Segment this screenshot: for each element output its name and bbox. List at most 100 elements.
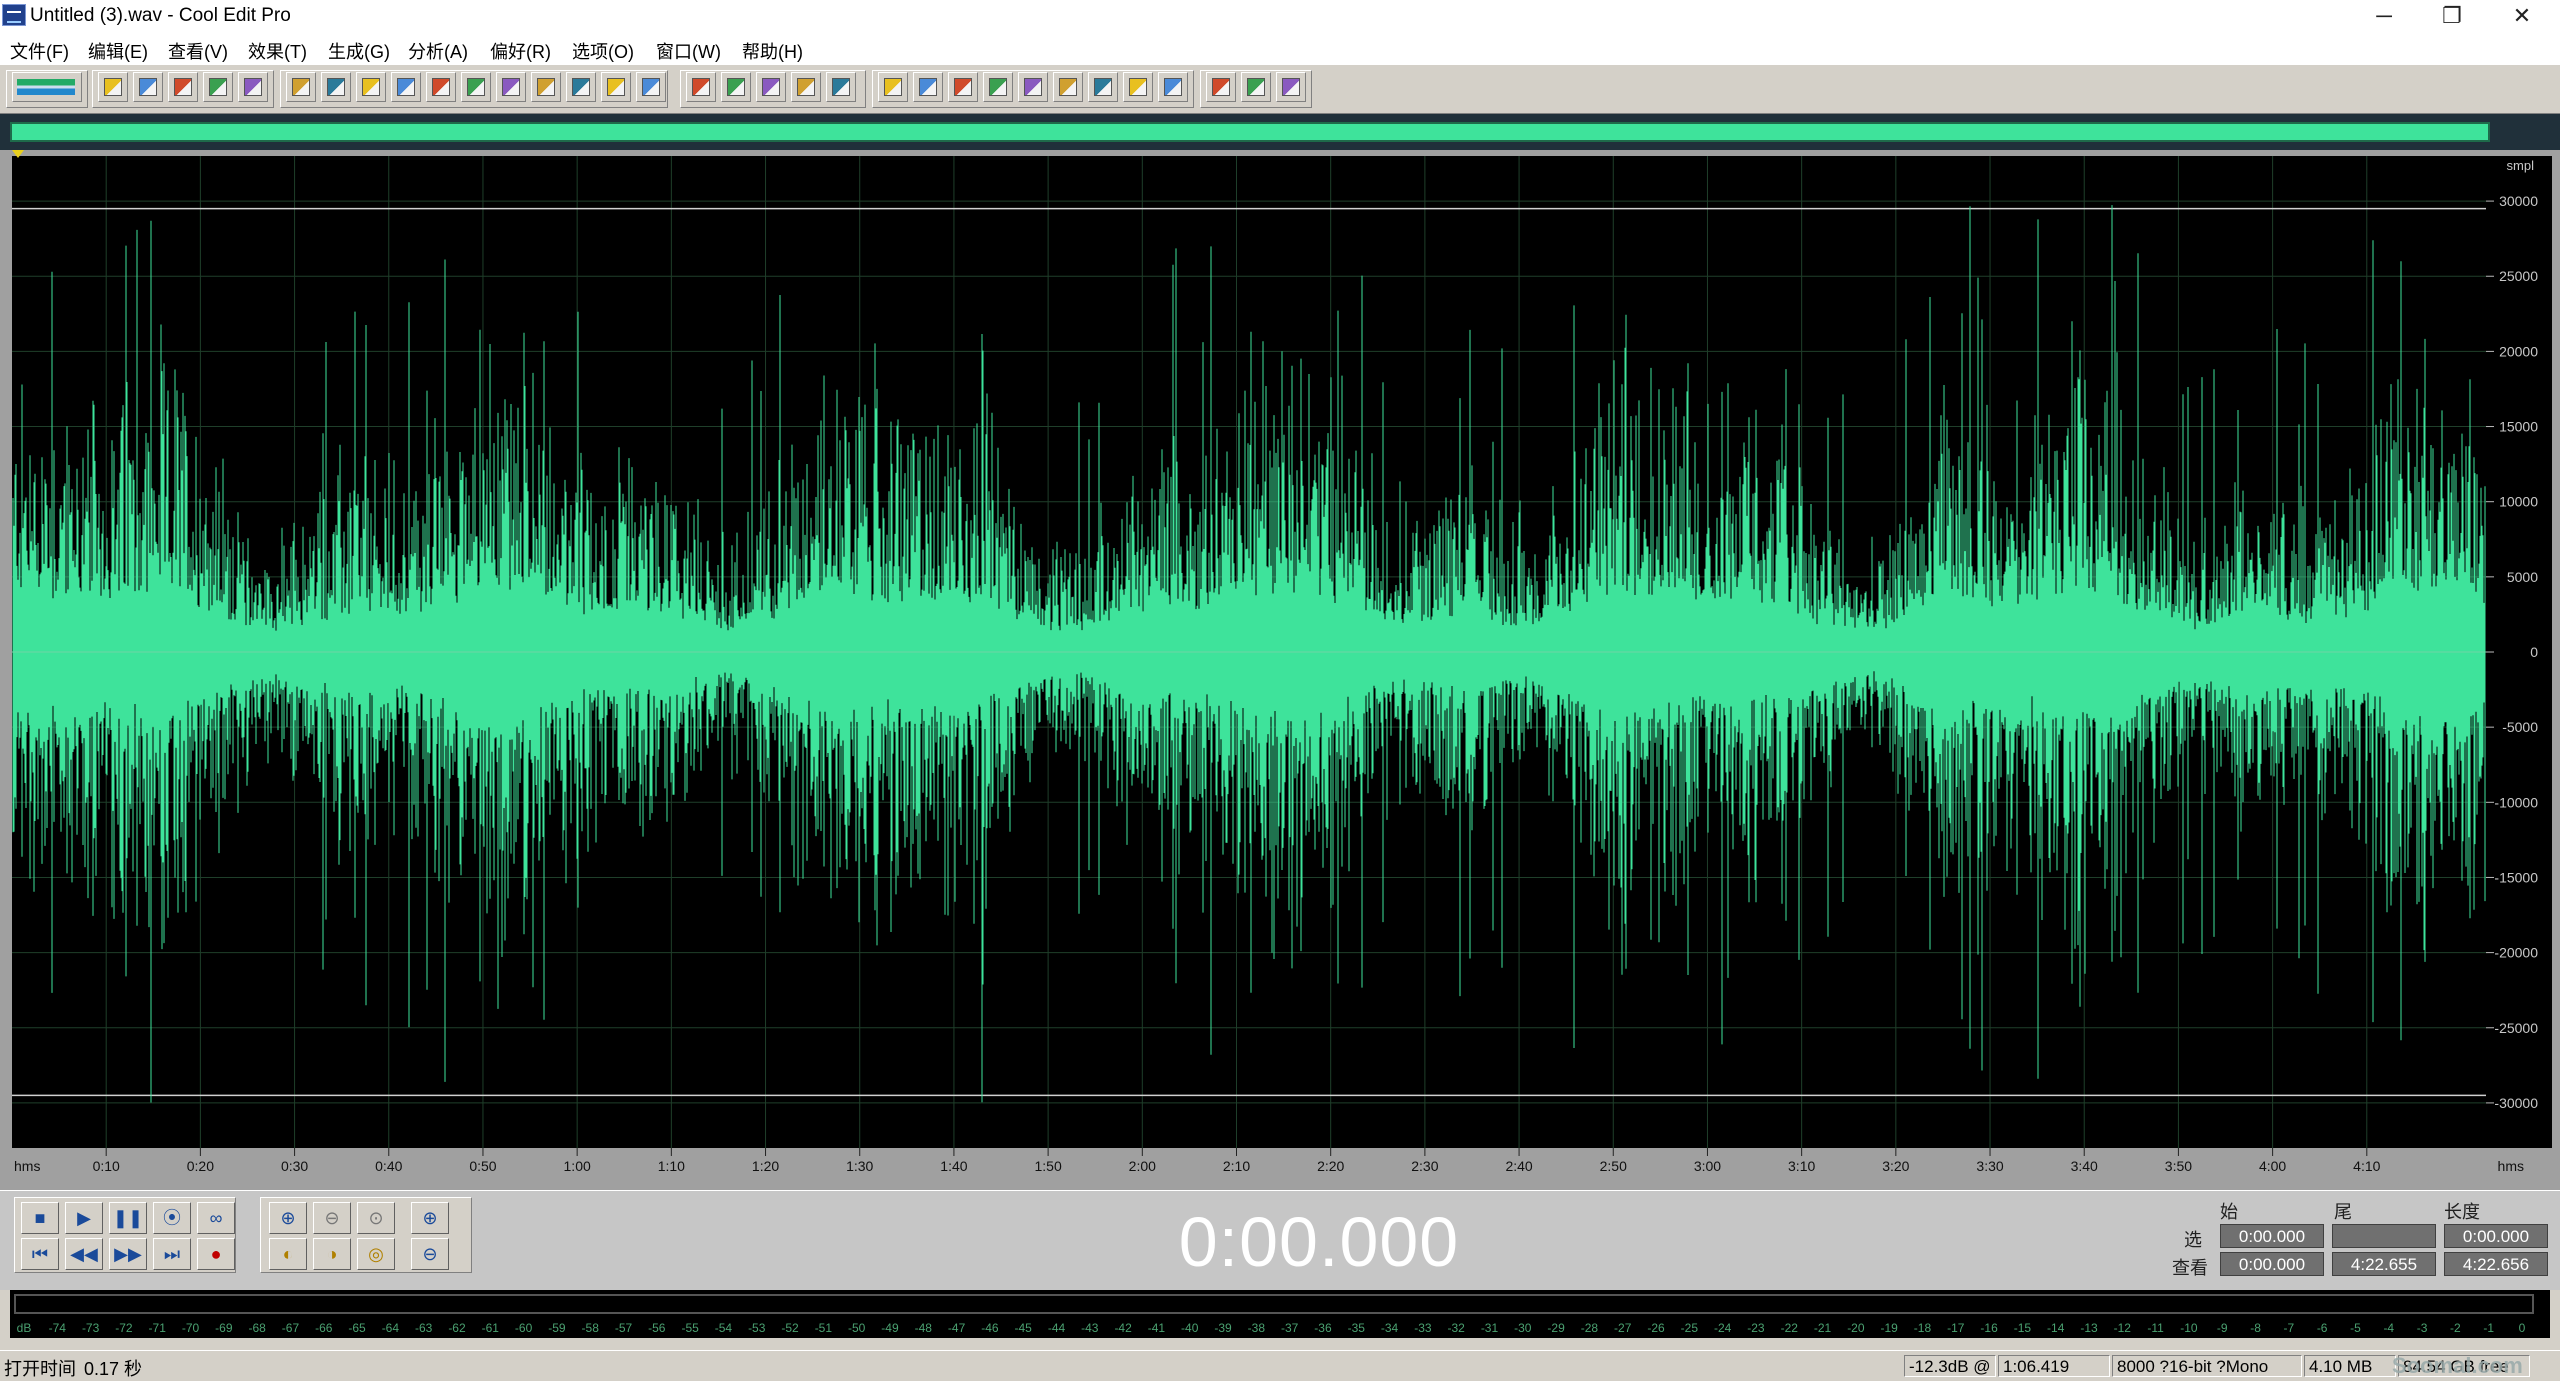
cut-button[interactable] bbox=[461, 72, 491, 102]
zoom-in-icon[interactable]: ⊕ bbox=[269, 1202, 307, 1234]
close-file-button[interactable] bbox=[238, 72, 268, 102]
meter-tick-label: -40 bbox=[1181, 1321, 1199, 1335]
options-button[interactable] bbox=[1241, 72, 1271, 102]
close-icon[interactable]: ✕ bbox=[2488, 0, 2556, 32]
menu-analyze[interactable]: 分析(A) bbox=[408, 38, 468, 64]
loop-button[interactable]: ∞ bbox=[197, 1202, 235, 1234]
undo-button[interactable] bbox=[286, 72, 316, 102]
stop-button[interactable]: ■ bbox=[21, 1202, 59, 1234]
waveform-edit-view-button[interactable] bbox=[12, 72, 82, 102]
envelope-button[interactable] bbox=[721, 72, 751, 102]
open-file-icon bbox=[139, 78, 157, 96]
menu-generate[interactable]: 生成(G) bbox=[328, 38, 390, 64]
meter-tick-label: -53 bbox=[748, 1321, 766, 1335]
meter-tick-label: -45 bbox=[1015, 1321, 1033, 1335]
copy-new-button[interactable] bbox=[391, 72, 421, 102]
y-tick-label: -10000 bbox=[2494, 794, 2538, 810]
open-file-button[interactable] bbox=[133, 72, 163, 102]
redo-button[interactable] bbox=[321, 72, 351, 102]
scripts-button[interactable] bbox=[1206, 72, 1236, 102]
frequency-analysis-button[interactable] bbox=[1088, 72, 1118, 102]
waveform-overview-bar[interactable] bbox=[10, 122, 2490, 142]
meter-tick-label: -36 bbox=[1314, 1321, 1332, 1335]
zoom-selection-icon[interactable]: ◎ bbox=[357, 1238, 395, 1270]
record-button[interactable]: ● bbox=[197, 1238, 235, 1270]
fade-button[interactable] bbox=[826, 72, 856, 102]
zoom-out-vertical-icon[interactable]: ⊖ bbox=[411, 1238, 449, 1270]
find-button[interactable] bbox=[1018, 72, 1048, 102]
normalize-button[interactable] bbox=[791, 72, 821, 102]
trim-button[interactable] bbox=[601, 72, 631, 102]
help-icon bbox=[1282, 78, 1300, 96]
copy-button[interactable] bbox=[426, 72, 456, 102]
meter-tick-label: -48 bbox=[915, 1321, 933, 1335]
zoom-to-right-icon[interactable]: ◑ bbox=[313, 1238, 351, 1270]
menu-favorites[interactable]: 偏好(R) bbox=[490, 38, 551, 64]
meter-tick-label: -71 bbox=[149, 1321, 167, 1335]
pause-button[interactable]: ❚❚ bbox=[109, 1202, 147, 1234]
menu-edit[interactable]: 编辑(E) bbox=[88, 38, 148, 64]
view-end-field[interactable]: 4:22.655 bbox=[2332, 1252, 2436, 1276]
x-tick-label: 1:20 bbox=[752, 1158, 779, 1174]
play-button[interactable]: ▶ bbox=[65, 1202, 103, 1234]
zoom-full-icon[interactable]: ⊙ bbox=[357, 1202, 395, 1234]
save-file-button[interactable] bbox=[168, 72, 198, 102]
rewind-button[interactable]: ◀◀ bbox=[65, 1238, 103, 1270]
meter-tick-label: -41 bbox=[1148, 1321, 1166, 1335]
amplify-button[interactable] bbox=[756, 72, 786, 102]
info-button[interactable] bbox=[948, 72, 978, 102]
menu-file[interactable]: 文件(F) bbox=[10, 38, 69, 64]
selection-end-field[interactable] bbox=[2332, 1224, 2436, 1248]
mix-paste-button[interactable] bbox=[566, 72, 596, 102]
go-to-end-button[interactable]: ⏭ bbox=[153, 1238, 191, 1270]
normalize-icon bbox=[797, 78, 815, 96]
app-icon[interactable] bbox=[2, 4, 26, 26]
paste-button[interactable] bbox=[496, 72, 526, 102]
settings-button[interactable] bbox=[1158, 72, 1188, 102]
meter-tick-label: -24 bbox=[1714, 1321, 1732, 1335]
open-time-value: 0.17 秒 bbox=[84, 1359, 143, 1379]
cue-list-button[interactable] bbox=[878, 72, 908, 102]
x-tick-label: 3:10 bbox=[1788, 1158, 1815, 1174]
menu-options[interactable]: 选项(O) bbox=[572, 38, 634, 64]
menu-help[interactable]: 帮助(H) bbox=[742, 38, 803, 64]
x-tick-label: 3:00 bbox=[1694, 1158, 1721, 1174]
crop-button[interactable] bbox=[636, 72, 666, 102]
play-list-button[interactable] bbox=[913, 72, 943, 102]
spectral-view-button[interactable] bbox=[686, 72, 716, 102]
view-begin-field[interactable]: 0:00.000 bbox=[2220, 1252, 2324, 1276]
menu-effects[interactable]: 效果(T) bbox=[248, 38, 307, 64]
waveform-display[interactable]: 30000 25000 20000 15000 10000 5000 0 -5000 -1000… bbox=[12, 150, 2552, 1190]
repeat-last-button[interactable] bbox=[356, 72, 386, 102]
zoom-out-icon[interactable]: ⊖ bbox=[313, 1202, 351, 1234]
help-button[interactable] bbox=[1276, 72, 1306, 102]
fast-forward-button[interactable]: ▶▶ bbox=[109, 1238, 147, 1270]
meter-tick-label: -14 bbox=[2047, 1321, 2065, 1335]
time-display-button[interactable] bbox=[1053, 72, 1083, 102]
title-bar: Untitled (3).wav - Cool Edit Pro ─ ❐ ✕ bbox=[0, 0, 2560, 32]
selection-length-field[interactable]: 0:00.000 bbox=[2444, 1224, 2548, 1248]
statistics-button[interactable] bbox=[1123, 72, 1153, 102]
restore-icon[interactable]: ❐ bbox=[2418, 0, 2486, 32]
x-tick-label: 1:00 bbox=[564, 1158, 591, 1174]
zoom-in-vertical-icon[interactable]: ⊕ bbox=[411, 1202, 449, 1234]
meter-tick-label: -38 bbox=[1248, 1321, 1266, 1335]
selection-begin-field[interactable]: 0:00.000 bbox=[2220, 1224, 2324, 1248]
view-length-field[interactable]: 4:22.656 bbox=[2444, 1252, 2548, 1276]
zoom-to-left-icon[interactable]: ◐ bbox=[269, 1238, 307, 1270]
minimize-icon[interactable]: ─ bbox=[2350, 0, 2418, 32]
loop-button[interactable] bbox=[983, 72, 1013, 102]
go-to-start-button[interactable]: ⏮ bbox=[21, 1238, 59, 1270]
new-file-icon bbox=[104, 78, 122, 96]
play-to-end-button[interactable]: ⦿ bbox=[153, 1202, 191, 1234]
menu-window[interactable]: 窗口(W) bbox=[656, 38, 721, 64]
meter-tick-label: -60 bbox=[515, 1321, 533, 1335]
info-icon bbox=[954, 78, 972, 96]
menu-view[interactable]: 查看(V) bbox=[168, 38, 228, 64]
paste-new-button[interactable] bbox=[531, 72, 561, 102]
y-tick-label: 0 bbox=[2530, 644, 2538, 660]
new-file-button[interactable] bbox=[98, 72, 128, 102]
meter-tick-label: -51 bbox=[815, 1321, 833, 1335]
save-all-button[interactable] bbox=[203, 72, 233, 102]
meter-tick-label: -65 bbox=[348, 1321, 366, 1335]
